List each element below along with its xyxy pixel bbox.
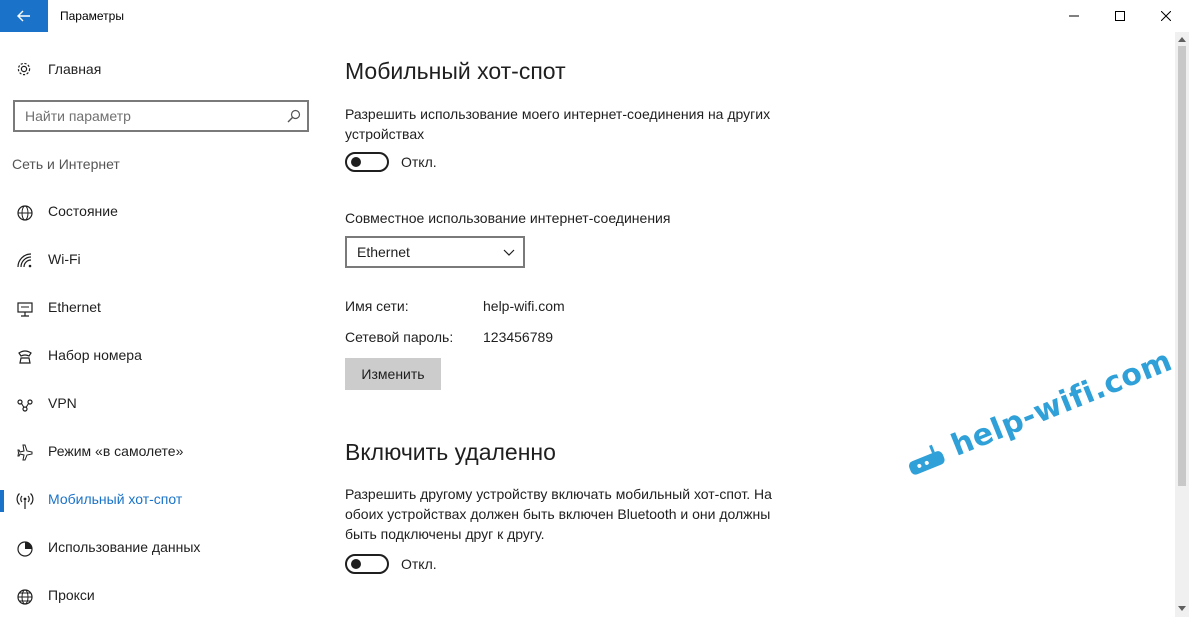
vpn-icon	[17, 399, 33, 412]
maximize-button[interactable]	[1097, 0, 1143, 32]
sidebar-item-status[interactable]: Состояние	[0, 194, 322, 230]
section-title: Сеть и Интернет	[12, 156, 120, 172]
title-bar: Параметры	[0, 0, 1189, 32]
share-from-value: Ethernet	[357, 244, 410, 260]
sidebar-item-data-usage[interactable]: Использование данных	[0, 530, 322, 566]
main-content: Мобильный хот-спот Разрешить использован…	[322, 32, 1172, 617]
scroll-thumb[interactable]	[1178, 46, 1186, 486]
gear-icon	[17, 62, 31, 76]
sidebar-item-mobile-hotspot[interactable]: Мобильный хот-спот	[0, 482, 322, 518]
remote-enable-toggle[interactable]	[345, 554, 389, 574]
window-title: Параметры	[60, 9, 124, 23]
ethernet-icon	[17, 302, 33, 317]
hotspot-icon	[16, 493, 34, 509]
network-name-key: Имя сети:	[345, 298, 409, 314]
toggle-knob	[351, 157, 361, 167]
data-usage-icon	[17, 541, 33, 557]
scrollbar[interactable]	[1175, 32, 1189, 617]
share-from-select[interactable]: Ethernet	[345, 236, 525, 268]
sidebar-item-vpn[interactable]: VPN	[0, 386, 322, 422]
chevron-down-icon	[503, 249, 515, 256]
remote-section-title: Включить удаленно	[345, 439, 556, 465]
maximize-icon	[1115, 11, 1125, 21]
share-description: Разрешить использование моего интернет-с…	[345, 106, 771, 142]
sidebar-item-label: Режим «в самолете»	[48, 443, 184, 459]
minimize-icon	[1069, 15, 1079, 17]
wifi-icon	[17, 253, 32, 268]
back-button[interactable]	[0, 0, 48, 32]
sidebar-item-label: Мобильный хот-спот	[48, 491, 183, 507]
proxy-globe-icon	[17, 589, 33, 605]
sidebar-item-label: Wi-Fi	[48, 251, 81, 267]
network-password-value: 123456789	[483, 329, 554, 345]
sidebar-item-label: Главная	[48, 61, 102, 77]
sidebar-item-label: VPN	[48, 395, 77, 411]
search-input[interactable]: Найти параметр	[13, 100, 309, 132]
sidebar-item-dialup[interactable]: Набор номера	[0, 338, 322, 374]
search-icon	[287, 109, 301, 123]
dialup-phone-icon	[18, 350, 32, 364]
sidebar-item-label: Состояние	[48, 203, 118, 219]
sidebar-item-label: Набор номера	[48, 347, 142, 363]
close-icon	[1161, 11, 1171, 21]
remote-toggle-state: Откл.	[401, 556, 437, 572]
page-title: Мобильный хот-спот	[345, 58, 566, 84]
sidebar-item-wifi[interactable]: Wi-Fi	[0, 242, 322, 278]
network-password-key: Сетевой пароль:	[345, 329, 454, 345]
minimize-button[interactable]	[1051, 0, 1097, 32]
share-internet-toggle[interactable]	[345, 152, 389, 172]
sidebar-item-ethernet[interactable]: Ethernet	[0, 290, 322, 326]
toggle-knob	[351, 559, 361, 569]
search-placeholder: Найти параметр	[25, 108, 131, 124]
sidebar-item-airplane[interactable]: Режим «в самолете»	[0, 434, 322, 470]
sidebar-item-home[interactable]: Главная	[0, 54, 322, 84]
network-name-value: help-wifi.com	[483, 298, 565, 314]
back-arrow-icon	[17, 10, 30, 22]
sidebar-item-label: Прокси	[48, 587, 95, 603]
active-indicator	[0, 490, 4, 512]
sidebar-item-label: Ethernet	[48, 299, 101, 315]
edit-button[interactable]: Изменить	[345, 358, 441, 390]
share-toggle-state: Откл.	[401, 154, 437, 170]
sidebar: Главная Найти параметр Сеть и Интернет С…	[0, 32, 322, 617]
globe-status-icon	[17, 205, 33, 221]
sidebar-item-proxy[interactable]: Прокси	[0, 578, 322, 614]
scroll-down-icon[interactable]	[1178, 606, 1186, 612]
close-button[interactable]	[1143, 0, 1189, 32]
scroll-up-icon[interactable]	[1178, 36, 1186, 42]
sidebar-item-label: Использование данных	[48, 539, 201, 555]
share-from-label: Совместное использование интернет-соедин…	[345, 210, 671, 226]
airplane-icon	[17, 444, 33, 461]
remote-description: Разрешить другому устройству включать мо…	[345, 486, 772, 542]
